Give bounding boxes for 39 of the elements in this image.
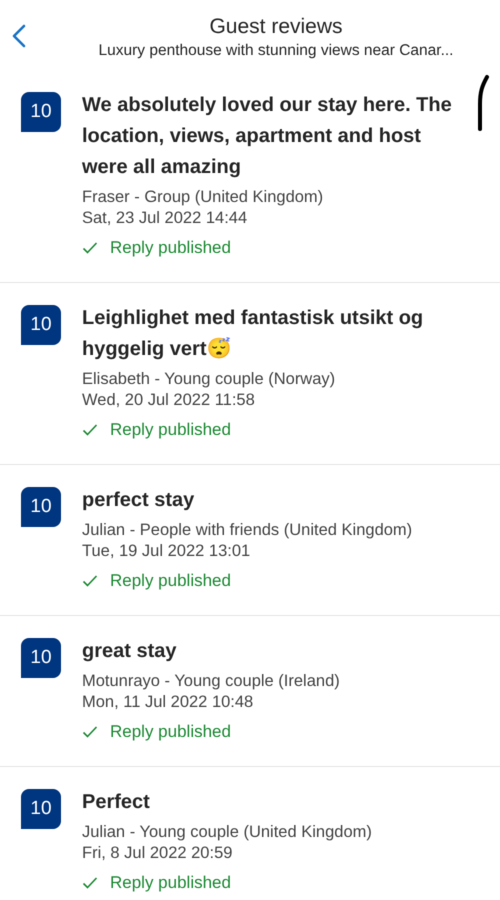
review-date: Sat, 23 Jul 2022 14:44 — [82, 208, 248, 229]
score-badge: 10 — [21, 487, 61, 527]
guest-info: Elisabeth - Young couple (Norway) — [82, 369, 336, 390]
guest-info: Julian - People with friends (United Kingdom) — [82, 520, 414, 541]
reply-status: Reply published — [110, 873, 231, 893]
review-title[interactable]: We absolutely loved our stay here. The location, views, apartment and host were all amazing — [82, 90, 460, 183]
review-row[interactable]: 10 Perfect Julian - Young couple (United Kingdom) Fri, 8 Jul 2022 20:59 Reply published — [0, 767, 500, 900]
score-badge: 10 — [21, 638, 61, 678]
checkmark-icon — [82, 241, 98, 255]
score-badge: 10 — [21, 92, 61, 132]
reply-status: Reply published — [110, 722, 231, 742]
review-date: Wed, 20 Jul 2022 11:58 — [82, 390, 256, 411]
checkmark-icon — [82, 725, 98, 739]
review-title[interactable]: perfect stay — [82, 485, 460, 516]
review-date: Mon, 11 Jul 2022 10:48 — [82, 692, 254, 713]
reply-status: Reply published — [110, 571, 231, 591]
review-row[interactable]: 10 perfect stay Julian - People with friends (United Kingdom) Tue, 19 Jul 2022 13:01 Reply published — [0, 465, 500, 616]
reply-status: Reply published — [110, 420, 231, 440]
guest-info: Motunrayo - Young couple (Ireland) — [82, 671, 341, 692]
review-row[interactable]: 10 Leighlighet med fantastisk utsikt og hyggelig vert😴 Elisabeth - Young couple (Norway) Wed, 20 Jul 2022 11:58 Reply published — [0, 283, 500, 465]
checkmark-icon — [82, 574, 98, 588]
review-title[interactable]: Leighlighet med fantastisk utsikt og hyggelig vert😴 — [82, 303, 460, 365]
review-date: Tue, 19 Jul 2022 13:01 — [82, 541, 252, 562]
reply-status: Reply published — [110, 238, 231, 258]
review-row[interactable]: 10 great stay Motunrayo - Young couple (Ireland) Mon, 11 Jul 2022 10:48 Reply published — [0, 616, 500, 767]
checkmark-icon — [82, 423, 98, 437]
pen-mark-drawing — [476, 74, 490, 132]
review-row[interactable]: 10 We absolutely loved our stay here. The location, views, apartment and host were all amazing Fraser - Group (United Kingdom) Sat, 23 Jul 2022 14:44 Reply published — [0, 70, 500, 283]
back-chevron-icon — [12, 24, 26, 48]
guest-info: Fraser - Group (United Kingdom) — [82, 187, 324, 208]
review-title[interactable]: Perfect — [82, 787, 460, 818]
review-date: Fri, 8 Jul 2022 20:59 — [82, 843, 234, 864]
review-title[interactable]: great stay — [82, 636, 460, 667]
score-badge: 10 — [21, 305, 61, 345]
property-name: Luxury penthouse with stunning views near Canar... — [98, 41, 454, 61]
score-badge: 10 — [21, 789, 61, 829]
page-title: Guest reviews — [208, 14, 344, 40]
guest-info: Julian - Young couple (United Kingdom) — [82, 822, 373, 843]
checkmark-icon — [82, 876, 98, 890]
